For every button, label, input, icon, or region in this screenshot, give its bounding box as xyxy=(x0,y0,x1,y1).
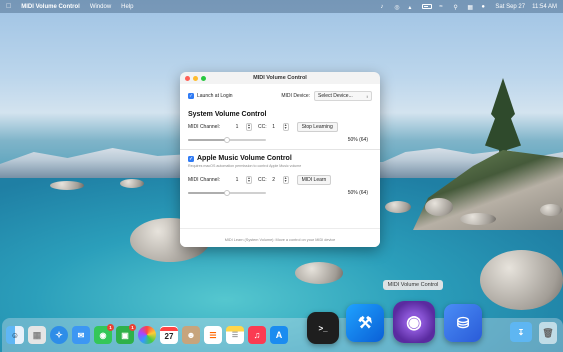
wallpaper-rock xyxy=(460,213,496,225)
contacts-icon[interactable]: ☻ xyxy=(182,326,200,344)
finder-icon[interactable]: ☺ xyxy=(6,326,24,344)
apple-music-checkbox[interactable]: ✓ xyxy=(188,155,194,162)
app-store-icon[interactable]: A xyxy=(270,326,288,344)
airplay-icon[interactable]: ▴ xyxy=(408,4,415,11)
facetime-icon[interactable]: ▣ 1 xyxy=(116,324,136,344)
launchpad-icon[interactable]: ▦ xyxy=(28,326,46,344)
chevron-updown-icon: ↕ xyxy=(366,93,368,99)
music-channel-label: MIDI Channel: xyxy=(188,177,220,183)
window-titlebar[interactable]: MIDI Volume Control xyxy=(180,72,380,84)
battery-icon[interactable] xyxy=(422,4,433,9)
system-channel-label: MIDI Channel: xyxy=(188,124,220,130)
midi-volume-control-app-icon[interactable]: ◉ xyxy=(393,301,435,343)
wallpaper-rock xyxy=(480,250,563,310)
system-volume-slider-fill xyxy=(188,139,227,141)
system-cc-value[interactable]: 1 xyxy=(267,124,281,130)
window-title: MIDI Volume Control xyxy=(253,75,307,81)
midi-device-value: Select Device... xyxy=(318,93,353,99)
menu-date[interactable]: Sat Sep 27 xyxy=(495,4,525,10)
messages-badge: 1 xyxy=(107,324,114,331)
music-volume-slider-fill xyxy=(188,192,227,194)
system-channel-stepper[interactable]: ▲ ▼ xyxy=(245,123,252,131)
wallpaper-rock xyxy=(50,181,84,190)
zoom-window-button[interactable] xyxy=(201,75,206,81)
music-channel-value[interactable]: 1 xyxy=(230,177,244,183)
apple-music-description: Requires macOS automation permission to … xyxy=(188,164,302,168)
safari-icon[interactable]: ✧ xyxy=(50,326,68,344)
calendar-day: 27 xyxy=(164,332,174,341)
photos-icon[interactable] xyxy=(138,326,156,344)
midi-learn-button[interactable]: MIDI Learn xyxy=(296,175,332,185)
music-icon[interactable]: ♫ xyxy=(248,326,266,344)
system-volume-slider-knob[interactable] xyxy=(224,136,230,143)
menu-bar:  MIDI Volume Control Window Help ♪ ◎ ▴ … xyxy=(0,0,563,13)
system-cc-label: CC: xyxy=(257,124,267,130)
trash-icon[interactable]: 🗑 xyxy=(539,322,557,344)
database-app-icon[interactable]: ⛁ xyxy=(444,304,482,342)
wallpaper-rock xyxy=(295,262,343,284)
app-window: MIDI Volume Control ✓ Launch at Login MI… xyxy=(180,72,380,247)
wifi-icon[interactable]: ≈ xyxy=(439,4,446,10)
menu-time[interactable]: 11:54 AM xyxy=(532,4,557,10)
system-channel-value[interactable]: 1 xyxy=(230,124,244,130)
music-volume-slider[interactable] xyxy=(188,189,266,196)
xcode-icon[interactable]: ⚒ xyxy=(346,304,384,342)
control-knob-icon[interactable]: ◎ xyxy=(394,4,401,11)
launch-at-login-label: Launch at Login xyxy=(197,93,233,99)
search-icon[interactable]: ⚲ xyxy=(453,4,460,11)
apple-music-title: Apple Music Volume Control xyxy=(197,155,292,162)
music-channel-stepper[interactable]: ▲ ▼ xyxy=(245,176,252,184)
system-volume-title: System Volume Control xyxy=(188,111,267,118)
system-cc-stepper[interactable]: ▲ ▼ xyxy=(282,123,289,131)
close-window-button[interactable] xyxy=(185,75,190,81)
midi-device-label: MIDI Device: xyxy=(281,93,310,99)
system-volume-percent: 50% (64) xyxy=(347,137,368,143)
midi-device-select[interactable]: Select Device... ↕ xyxy=(314,91,372,101)
section-divider xyxy=(180,149,380,150)
footer-divider xyxy=(180,228,380,229)
menu-app-name[interactable]: MIDI Volume Control xyxy=(21,4,80,10)
music-cc-label: CC: xyxy=(257,177,267,183)
wallpaper-rock xyxy=(385,201,411,213)
downloads-folder-icon[interactable]: ↧ xyxy=(510,322,532,342)
music-volume-percent: 50% (64) xyxy=(347,190,368,196)
status-footer: MIDI Learn (System Volume): Move a contr… xyxy=(224,238,336,242)
music-note-icon[interactable]: ♪ xyxy=(380,4,387,10)
terminal-icon[interactable]: >_ xyxy=(307,312,339,344)
wallpaper-rock xyxy=(120,179,144,188)
facetime-badge: 1 xyxy=(129,324,136,331)
apple-menu-icon[interactable]:  xyxy=(6,3,11,10)
dock-tooltip: MIDI Volume Control xyxy=(383,280,443,290)
launch-at-login-checkbox[interactable]: ✓ xyxy=(188,93,194,99)
wallpaper-rock xyxy=(425,198,453,216)
system-volume-slider[interactable] xyxy=(188,136,266,143)
calendar-icon[interactable]: 27 xyxy=(160,326,178,344)
menu-help[interactable]: Help xyxy=(121,4,133,10)
mail-icon[interactable]: ✉ xyxy=(72,326,90,344)
music-cc-stepper[interactable]: ▲ ▼ xyxy=(282,176,289,184)
control-center-icon[interactable]: ▦ xyxy=(467,4,474,11)
user-icon[interactable]: ● xyxy=(481,4,488,10)
minimize-window-button[interactable] xyxy=(193,75,198,81)
menu-window[interactable]: Window xyxy=(90,4,111,10)
reminders-icon[interactable]: ☰ xyxy=(204,326,222,344)
music-cc-value[interactable]: 2 xyxy=(267,177,281,183)
messages-icon[interactable]: ◉ 1 xyxy=(94,324,114,344)
music-volume-slider-knob[interactable] xyxy=(224,189,230,196)
dock: ☺ ▦ ✧ ✉ ◉ 1 ▣ 1 27 ☻ ☰ ☰ ♫ A >_ ⚒ ◉ ⛁ ↧ … xyxy=(2,301,563,352)
window-content: ✓ Launch at Login MIDI Device: Select De… xyxy=(180,84,380,247)
notes-icon[interactable]: ☰ xyxy=(226,326,244,344)
stop-learning-button[interactable]: Stop Learning xyxy=(296,122,338,132)
wallpaper-rock xyxy=(540,204,562,216)
